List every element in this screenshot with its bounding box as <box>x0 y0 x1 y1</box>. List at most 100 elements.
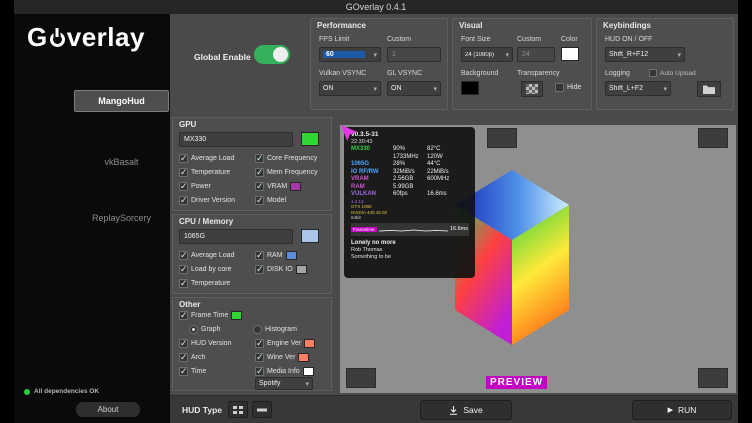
checkbox-label: Arch <box>191 354 205 361</box>
chevron-down-icon: ▾ <box>373 85 377 93</box>
gpu-vram-checkbox[interactable]: VRAM <box>255 182 301 191</box>
gpu-power-checkbox[interactable]: Power <box>179 182 211 191</box>
font-size-custom-input[interactable]: 24 <box>517 47 555 62</box>
checkbox-label: RAM <box>267 252 283 259</box>
hud-row-gpu2: 1733MHz 120W <box>351 154 469 162</box>
font-size-label: Font Size <box>461 36 491 43</box>
window-title: GOverlay 0.4.1 <box>346 2 407 12</box>
status-ok-dot <box>24 389 30 395</box>
logging-key-value: Shift_L+F2 <box>609 85 661 92</box>
gpu-temperature-checkbox[interactable]: Temperature <box>179 168 230 177</box>
log-folder-button[interactable] <box>697 81 721 97</box>
hud-media-album: Something to be <box>351 254 469 261</box>
background-color-swatch[interactable] <box>461 81 479 95</box>
save-button[interactable]: Save <box>420 400 512 420</box>
cpu-color-swatch[interactable] <box>301 229 319 243</box>
auto-upload-checkbox[interactable]: Auto Upload <box>649 69 696 77</box>
mangohud-overlay-preview[interactable]: v0.3.5-31 22:30:43 MX330 90% 82°C 1733MH… <box>344 127 475 278</box>
fps-limit-select[interactable]: 60 ▾ <box>319 47 381 62</box>
folder-icon <box>702 84 716 95</box>
titlebar[interactable]: GOverlay 0.4.1 <box>14 0 738 14</box>
vulkan-vsync-value: ON <box>323 85 371 92</box>
position-handle-top-center[interactable] <box>487 128 517 148</box>
hud-version-checkbox[interactable]: HUD Version <box>179 339 231 348</box>
main-content: Global Enable Performance FPS Limit Cust… <box>170 14 738 423</box>
wine-ver-color-swatch[interactable] <box>298 353 309 362</box>
run-button-label: RUN <box>678 405 696 415</box>
sidebar-item-mangohud[interactable]: MangoHud <box>74 90 169 112</box>
hud-media-artist: Rob Thomas <box>351 247 469 254</box>
ram-color-swatch[interactable] <box>286 251 297 260</box>
transparency-button[interactable] <box>521 81 543 97</box>
global-enable-toggle[interactable] <box>254 45 290 64</box>
gpu-core-frequency-checkbox[interactable]: Core Frequency <box>255 154 317 163</box>
hide-checkbox[interactable]: Hide <box>555 83 581 92</box>
hud-row-vram: VRAM 2.56GB 600MHz <box>351 176 469 184</box>
run-button[interactable]: ▶ RUN <box>632 400 732 420</box>
hud-type-horizontal-button[interactable] <box>252 401 272 418</box>
gpu-title: GPU <box>179 120 196 129</box>
checkbox-icon <box>179 168 188 177</box>
cpu-ram-checkbox[interactable]: RAM <box>255 251 297 260</box>
media-info-color-swatch[interactable] <box>303 367 314 376</box>
gpu-model-checkbox[interactable]: Model <box>255 196 286 205</box>
vram-color-swatch[interactable] <box>290 182 301 191</box>
checkbox-label: Load by core <box>191 266 231 273</box>
horizontal-layout-icon <box>256 405 268 415</box>
hud-empty-label <box>351 154 393 162</box>
gpu-device-input[interactable]: MX330 <box>179 132 293 147</box>
hud-type-vertical-button[interactable] <box>228 401 248 418</box>
checkbox-icon <box>179 339 188 348</box>
gpu-driver-version-checkbox[interactable]: Driver Version <box>179 196 235 205</box>
engine-ver-color-swatch[interactable] <box>304 339 315 348</box>
gpu-color-swatch[interactable] <box>301 132 319 146</box>
hud-api-label: VULKAN <box>351 191 393 199</box>
vulkan-vsync-select[interactable]: ON ▾ <box>319 81 381 96</box>
hud-gpu-temp: 82°C <box>427 146 469 154</box>
font-color-swatch[interactable] <box>561 47 579 61</box>
wine-ver-checkbox[interactable]: Wine Ver <box>255 353 309 362</box>
dependency-status: All dependencies OK <box>24 388 99 395</box>
font-size-select[interactable]: 24 (1080p) ▾ <box>461 47 513 62</box>
graph-radio[interactable]: Graph <box>189 325 220 334</box>
cpu-average-load-checkbox[interactable]: Average Load <box>179 251 234 260</box>
sidebar-item-vkbasalt[interactable]: vkBasalt <box>74 152 169 172</box>
media-info-checkbox[interactable]: Media Info <box>255 367 314 376</box>
disk-io-color-swatch[interactable] <box>296 265 307 274</box>
histogram-radio[interactable]: Histogram <box>253 325 297 334</box>
frame-time-checkbox[interactable]: Frame Time <box>179 311 242 320</box>
position-handle-bottom-right[interactable] <box>698 368 728 388</box>
hud-media-title: Lonely no more <box>351 239 469 247</box>
hud-toggle-key-select[interactable]: Shift_R+F12 ▾ <box>605 47 685 62</box>
checkbox-icon <box>179 353 188 362</box>
hud-row-io: IO RF/RW 32MiB/s 22MiB/s <box>351 169 469 177</box>
about-button[interactable]: About <box>76 402 140 417</box>
gpu-average-load-checkbox[interactable]: Average Load <box>179 154 234 163</box>
position-handle-bottom-left[interactable] <box>346 368 376 388</box>
position-handle-top-right[interactable] <box>698 128 728 148</box>
visual-title: Visual <box>459 21 482 30</box>
cpu-load-by-core-checkbox[interactable]: Load by core <box>179 265 231 274</box>
cpu-device-input[interactable]: 1065G <box>179 229 293 244</box>
arch-checkbox[interactable]: Arch <box>179 353 205 362</box>
checkbox-label: Average Load <box>191 155 234 162</box>
media-source-select[interactable]: Spotify ▾ <box>255 377 313 390</box>
gl-vsync-label: GL VSYNC <box>387 70 422 77</box>
checkbox-label: HUD Version <box>191 340 231 347</box>
cpu-disk-io-checkbox[interactable]: DISK IO <box>255 265 307 274</box>
vulkan-vsync-label: Vulkan VSYNC <box>319 70 366 77</box>
hud-io-write: 22MiB/s <box>427 169 469 177</box>
gl-vsync-select[interactable]: ON ▾ <box>387 81 441 96</box>
engine-ver-checkbox[interactable]: Engine Ver <box>255 339 315 348</box>
sidebar-item-replaysorcery[interactable]: ReplaySorcery <box>74 208 169 228</box>
cpu-temperature-checkbox[interactable]: Temperature <box>179 279 230 288</box>
performance-title: Performance <box>317 21 366 30</box>
hud-vram-label: VRAM <box>351 176 393 184</box>
time-checkbox[interactable]: Time <box>179 367 206 376</box>
frame-time-color-swatch[interactable] <box>231 311 242 320</box>
gpu-mem-frequency-checkbox[interactable]: Mem Frequency <box>255 168 318 177</box>
window-body: G verlay MangoHud vkBasalt ReplaySorcery… <box>14 14 738 423</box>
fps-custom-input[interactable]: 1 <box>387 47 441 62</box>
logging-key-select[interactable]: Shift_L+F2 ▾ <box>605 81 671 96</box>
chevron-down-icon: ▾ <box>305 380 309 388</box>
